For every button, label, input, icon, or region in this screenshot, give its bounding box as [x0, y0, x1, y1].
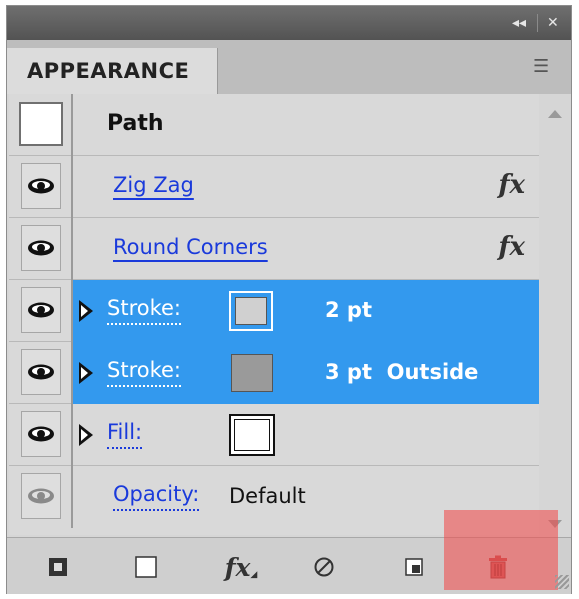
list-scrollbar[interactable]: [540, 94, 570, 535]
stroke-swatch[interactable]: [229, 291, 273, 331]
panel-menu-button[interactable]: ☰: [533, 56, 563, 78]
effect-link-round-corners[interactable]: Round Corners: [113, 235, 268, 259]
fill-swatch-inner: [234, 419, 270, 451]
visibility-toggle[interactable]: [21, 163, 61, 209]
visibility-toggle[interactable]: [21, 473, 61, 519]
visibility-cell: [9, 218, 73, 280]
stroke-cell: Stroke: 2 pt: [73, 280, 539, 342]
dropdown-indicator-icon: ◢: [250, 570, 258, 580]
add-new-fill-button[interactable]: [131, 552, 161, 582]
stroke-weight-value[interactable]: 2 pt: [325, 298, 372, 322]
fx-icon: fx: [498, 170, 525, 200]
stroke-label[interactable]: Stroke:: [107, 296, 181, 325]
fill-cell: Fill:: [73, 404, 539, 466]
stroke-label[interactable]: Stroke:: [107, 358, 181, 387]
panel-titlebar: ◂◂ ✕: [7, 6, 571, 40]
effect-cell: Round Corners fx: [73, 218, 539, 280]
eye-icon: [28, 488, 54, 504]
eye-icon: [28, 426, 54, 442]
panel-tab-row: APPEARANCE ☰: [7, 40, 571, 94]
tab-appearance-label: APPEARANCE: [27, 59, 190, 83]
effect-row-zig-zag[interactable]: Zig Zag fx: [9, 156, 539, 218]
eye-icon: [28, 178, 54, 194]
duplicate-item-icon: [405, 558, 423, 576]
close-panel-button[interactable]: ✕: [547, 15, 559, 31]
add-new-stroke-icon: [49, 558, 67, 576]
fill-row[interactable]: Fill:: [9, 404, 539, 466]
visibility-cell: [9, 280, 73, 342]
object-thumbnail: [19, 102, 63, 146]
clear-appearance-button[interactable]: [309, 552, 339, 582]
eye-icon: [28, 302, 54, 318]
appearance-list: Path Zig Zag fx Round Corners fx Stroke:…: [9, 94, 539, 535]
stroke-row-1[interactable]: Stroke: 2 pt: [9, 280, 539, 342]
visibility-toggle[interactable]: [21, 287, 61, 333]
expand-triangle-icon[interactable]: [79, 424, 93, 446]
opacity-value: Default: [229, 484, 306, 508]
effect-row-round-corners[interactable]: Round Corners fx: [9, 218, 539, 280]
eye-icon: [28, 240, 54, 256]
object-type-title: Path: [107, 111, 164, 136]
appearance-window: ◂◂ ✕ APPEARANCE ☰ Path Zig Zag fx Round …: [0, 0, 579, 599]
visibility-cell: [9, 466, 73, 528]
object-header-cell: Path: [73, 94, 539, 156]
stroke-swatch-color: [235, 297, 267, 325]
stroke-swatch[interactable]: [231, 354, 273, 392]
add-new-stroke-button[interactable]: [43, 552, 73, 582]
fill-label[interactable]: Fill:: [107, 420, 143, 449]
add-new-fill-icon: [135, 556, 157, 578]
visibility-toggle[interactable]: [21, 349, 61, 395]
effect-cell: Zig Zag fx: [73, 156, 539, 218]
visibility-toggle[interactable]: [21, 411, 61, 457]
visibility-cell: [9, 404, 73, 466]
visibility-toggle[interactable]: [21, 225, 61, 271]
fill-swatch[interactable]: [229, 414, 275, 456]
eye-icon: [28, 364, 54, 380]
object-thumbnail-cell: [9, 94, 73, 156]
scroll-up-arrow-icon[interactable]: [548, 110, 562, 118]
stroke-cell: Stroke: 3 pt Outside: [73, 342, 539, 404]
resize-grip[interactable]: [555, 575, 569, 589]
appearance-panel: ◂◂ ✕ APPEARANCE ☰ Path Zig Zag fx Round …: [6, 5, 572, 594]
expand-triangle-icon[interactable]: [79, 362, 93, 384]
fx-icon: fx: [498, 232, 525, 262]
panel-menu-icon: ☰: [533, 56, 550, 77]
annotation-highlight: [444, 510, 558, 590]
duplicate-item-button[interactable]: [399, 552, 429, 582]
tab-appearance[interactable]: APPEARANCE: [7, 48, 218, 94]
visibility-cell: [9, 156, 73, 218]
expand-triangle-icon[interactable]: [79, 300, 93, 322]
object-header-row[interactable]: Path: [9, 94, 539, 156]
effect-link-zig-zag[interactable]: Zig Zag: [113, 173, 194, 197]
stroke-weight-value[interactable]: 3 pt Outside: [325, 360, 478, 384]
add-new-effect-button[interactable]: fx ◢: [221, 552, 261, 582]
clear-appearance-icon: [314, 557, 334, 577]
visibility-cell: [9, 342, 73, 404]
opacity-label[interactable]: Opacity:: [113, 482, 200, 511]
add-new-effect-icon: fx: [224, 552, 251, 582]
titlebar-divider: [537, 14, 538, 32]
collapse-panel-button[interactable]: ◂◂: [512, 15, 526, 31]
stroke-row-2[interactable]: Stroke: 3 pt Outside: [9, 342, 539, 404]
